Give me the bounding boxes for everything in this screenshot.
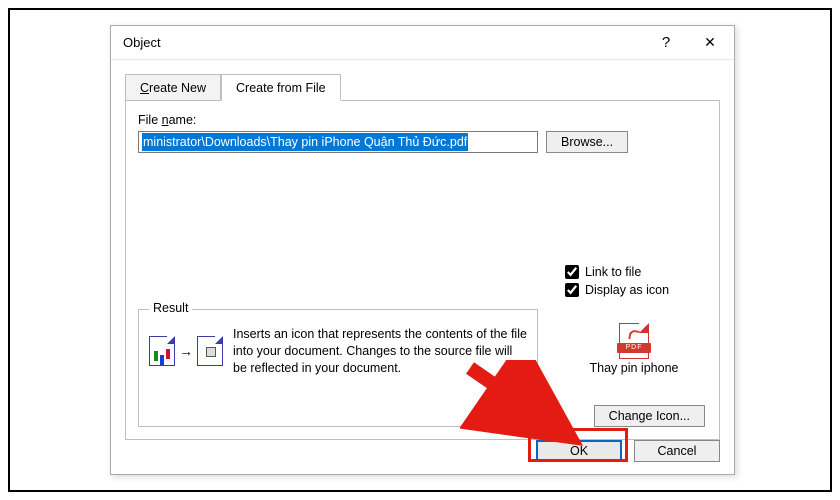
- document-chart-icon: [149, 336, 175, 366]
- icon-preview-caption: Thay pin iphone: [579, 361, 689, 375]
- tab-create-new[interactable]: Create New: [125, 74, 221, 101]
- result-group: Result → Inserts an icon that represents…: [138, 309, 538, 427]
- link-to-file-input[interactable]: [565, 265, 579, 279]
- options-column: Link to file Display as icon: [565, 261, 705, 297]
- display-as-icon-input[interactable]: [565, 283, 579, 297]
- titlebar: Object ? ✕: [111, 26, 734, 60]
- result-legend: Result: [149, 301, 192, 315]
- dialog-client: Create New Create from File File name: m…: [111, 60, 734, 474]
- dialog-title: Object: [123, 35, 161, 50]
- arrow-right-icon: →: [179, 344, 193, 358]
- result-icons: →: [149, 336, 223, 366]
- dialog-footer: OK Cancel: [536, 440, 720, 462]
- file-name-row: ministrator\Downloads\Thay pin iPhone Qu…: [138, 131, 707, 153]
- result-text: Inserts an icon that represents the cont…: [233, 326, 527, 377]
- help-icon: ?: [662, 34, 670, 51]
- file-name-label: File name:: [138, 113, 707, 127]
- link-to-file-checkbox[interactable]: Link to file: [565, 265, 705, 279]
- browse-button[interactable]: Browse...: [546, 131, 628, 153]
- outer-frame: Object ? ✕ Create New Create from File F…: [8, 8, 832, 492]
- file-name-input[interactable]: ministrator\Downloads\Thay pin iPhone Qu…: [138, 131, 538, 153]
- icon-preview: PDF Thay pin iphone: [579, 323, 689, 375]
- help-button[interactable]: ?: [644, 27, 688, 59]
- tab-strip: Create New Create from File: [125, 70, 720, 100]
- tab-panel: File name: ministrator\Downloads\Thay pi…: [125, 100, 720, 440]
- file-name-value: ministrator\Downloads\Thay pin iPhone Qu…: [142, 133, 468, 151]
- object-dialog: Object ? ✕ Create New Create from File F…: [110, 25, 735, 475]
- document-box-icon: [197, 336, 223, 366]
- pdf-icon: PDF: [619, 323, 649, 359]
- close-icon: ✕: [704, 34, 716, 51]
- cancel-button[interactable]: Cancel: [634, 440, 720, 462]
- change-icon-button[interactable]: Change Icon...: [594, 405, 705, 427]
- close-button[interactable]: ✕: [688, 27, 732, 59]
- display-as-icon-checkbox[interactable]: Display as icon: [565, 283, 705, 297]
- tab-create-from-file[interactable]: Create from File: [221, 74, 341, 101]
- ok-button[interactable]: OK: [536, 440, 622, 462]
